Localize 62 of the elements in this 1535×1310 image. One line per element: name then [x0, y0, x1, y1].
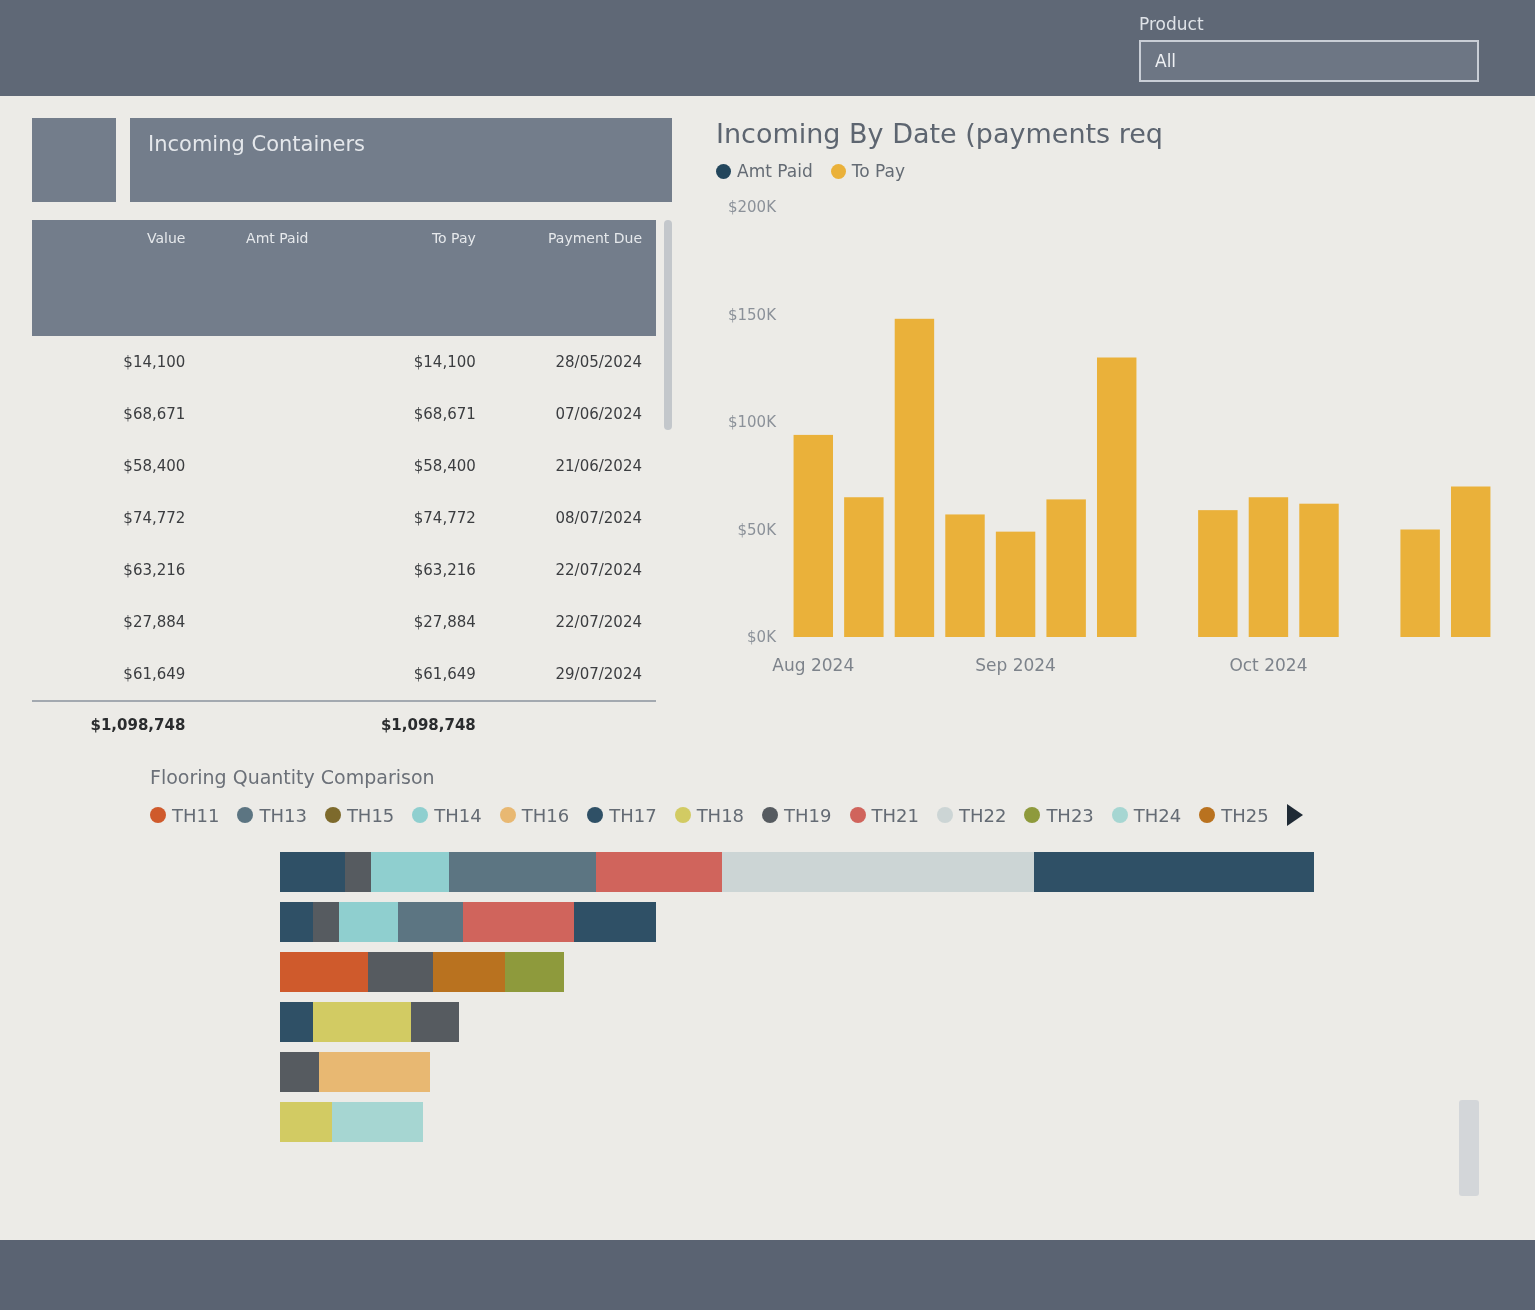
- legend-label: Amt Paid: [737, 161, 813, 181]
- column-header[interactable]: Value: [32, 220, 200, 336]
- total-cell: $1,098,748: [32, 701, 200, 748]
- table-cell-text: $68,671: [412, 404, 477, 425]
- legend-label: TH11: [172, 804, 220, 826]
- table-cell-text: 07/06/2024: [554, 404, 643, 425]
- table-cell: $61,649: [32, 648, 200, 701]
- legend-label: TH21: [871, 804, 919, 826]
- column-header[interactable]: Payment Due: [489, 220, 656, 336]
- legend-label: TH16: [521, 804, 570, 826]
- axis-label: $100K: [728, 413, 776, 431]
- axis-label: $0K: [747, 628, 776, 646]
- chart-title: Incoming By Date (payments req: [716, 118, 1164, 149]
- axis-label: $200K: [728, 198, 776, 216]
- table-cell: $61,649: [322, 648, 490, 701]
- axis-label: Oct 2024: [1229, 655, 1308, 675]
- caret-right-icon[interactable]: [1286, 804, 1303, 826]
- legend-label: TH14: [434, 804, 482, 826]
- total-cell: $1,098,748: [322, 701, 490, 748]
- legend-label: To Pay: [851, 161, 905, 181]
- column-header[interactable]: Amt Paid: [199, 220, 323, 336]
- bar-segment: [505, 952, 564, 992]
- scrollbar[interactable]: [1459, 1100, 1479, 1196]
- axis-label: Aug 2024: [772, 655, 855, 675]
- chart-title: Flooring Quantity Comparison: [150, 766, 436, 788]
- table-cell-text: 22/07/2024: [554, 560, 643, 581]
- column-header[interactable]: To Pay: [322, 220, 490, 336]
- axis-label: $50K: [737, 520, 776, 539]
- table-cell-text: $63,216: [412, 560, 477, 581]
- table-cell: 29/07/2024: [489, 648, 656, 701]
- legend-label: TH17: [609, 804, 657, 826]
- bar-segment: [280, 902, 313, 942]
- section-title: Incoming Containers: [130, 118, 672, 202]
- bar-segment: [368, 952, 433, 992]
- table-cell-text: 22/07/2024: [554, 612, 643, 633]
- table-cell-text: $58,400: [122, 456, 187, 477]
- table-cell-text: $74,772: [412, 508, 477, 529]
- table-cell: 28/05/2024: [489, 336, 656, 388]
- legend-label: TH18: [696, 804, 745, 826]
- filter-label: Product: [1139, 14, 1205, 34]
- table-cell-text: $58,400: [412, 456, 477, 477]
- scrollbar-thumb[interactable]: [664, 220, 672, 430]
- table-cell-text: 21/06/2024: [554, 456, 643, 477]
- legend-label: TH19: [784, 804, 832, 826]
- table-cell-text: $27,884: [122, 612, 187, 633]
- axis-label: Sep 2024: [975, 655, 1056, 675]
- table-cell: $14,100: [322, 336, 490, 388]
- bar-segment: [433, 952, 505, 992]
- table-cell-text: 08/07/2024: [554, 508, 643, 529]
- legend-label: TH25: [1221, 804, 1269, 826]
- legend-label: TH13: [259, 804, 307, 826]
- table-cell-text: $68,671: [122, 404, 187, 425]
- table-cell-text: $63,216: [122, 560, 187, 581]
- table-cell-text: $74,772: [122, 508, 187, 529]
- legend-label: TH24: [1133, 804, 1182, 826]
- axis-label: $150K: [728, 305, 776, 324]
- legend-label: TH23: [1046, 804, 1094, 826]
- legend-label: TH22: [958, 804, 1007, 826]
- legend-label: TH15: [346, 804, 395, 826]
- table-cell: $14,100: [32, 336, 200, 388]
- product-dropdown[interactable]: All: [1139, 40, 1479, 82]
- table-cell-text: $27,884: [412, 612, 477, 633]
